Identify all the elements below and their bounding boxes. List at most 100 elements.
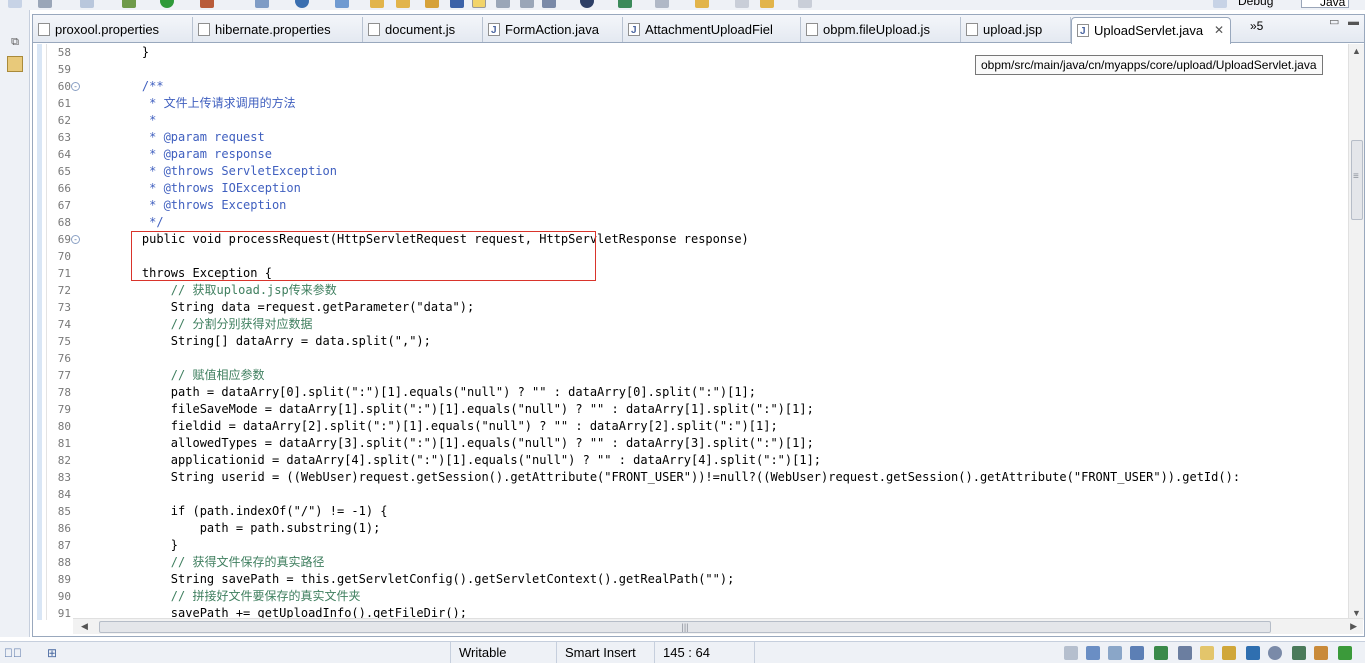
code-line: 72 // 获取upload.jsp传来参数 <box>33 282 1331 299</box>
console-icon[interactable] <box>1154 646 1168 660</box>
editor-pane: proxool.properties hibernate.properties … <box>32 14 1365 637</box>
search-view-icon[interactable] <box>1268 646 1282 660</box>
open-resource-icon[interactable] <box>396 0 410 8</box>
show-whitespace-icon[interactable] <box>520 0 534 8</box>
code-text: } <box>113 538 179 552</box>
code-line: 85 if (path.indexOf("/") != -1) { <box>33 503 1331 520</box>
pin-icon[interactable] <box>542 0 556 8</box>
line-number: 71 <box>57 267 71 280</box>
javadoc-icon[interactable] <box>1108 646 1122 660</box>
code-line: 64 * @param response <box>33 146 1331 163</box>
debug-perspective[interactable]: Debug <box>1238 0 1273 8</box>
new-package-icon[interactable] <box>295 0 309 8</box>
code-text: // 赋值相应参数 <box>113 368 265 382</box>
new-class-icon[interactable] <box>335 0 349 8</box>
scroll-up-icon[interactable]: ▲ <box>1352 46 1361 56</box>
line-number: 59 <box>57 63 71 76</box>
scroll-left-icon[interactable]: ◀ <box>81 621 88 632</box>
close-tab-icon[interactable]: ✕ <box>1214 18 1224 43</box>
external-tools-icon[interactable] <box>200 0 214 8</box>
open-type-icon[interactable] <box>370 0 384 8</box>
line-number: 64 <box>57 148 71 161</box>
save-icon[interactable] <box>38 0 52 8</box>
package-explorer-icon[interactable] <box>7 56 23 72</box>
toggle-block-icon[interactable] <box>496 0 510 8</box>
code-text: fileSaveMode = dataArry[1].split(":")[1]… <box>113 402 814 416</box>
code-text: /** <box>113 79 164 93</box>
code-line: 88 // 获得文件保存的真实路径 <box>33 554 1331 571</box>
code-text: */ <box>113 215 164 229</box>
problems-icon[interactable] <box>1086 646 1100 660</box>
code-text: // 拼接好文件要保存的真实文件夹 <box>113 589 361 603</box>
debug-run-icon[interactable] <box>122 0 136 8</box>
horizontal-scrollbar[interactable]: ◀ ||| ▶ <box>73 618 1363 634</box>
new-icon[interactable] <box>8 0 22 8</box>
vertical-scrollbar[interactable]: ▲ ▼ <box>1348 44 1364 620</box>
search-icon[interactable] <box>425 0 439 8</box>
fast-view-icon[interactable]: ⁝⃞ <box>4 645 22 661</box>
java-perspective[interactable]: Java <box>1301 0 1350 9</box>
code-line: 90 // 拼接好文件要保存的真实文件夹 <box>33 588 1331 605</box>
scroll-right-icon[interactable]: ▶ <box>1350 621 1357 632</box>
forward-icon[interactable] <box>798 0 812 8</box>
code-line: 71 throws Exception { <box>33 265 1331 282</box>
last-edit-icon[interactable] <box>618 0 632 8</box>
restore-view-icon[interactable] <box>1064 646 1078 660</box>
datasource-icon[interactable] <box>1246 646 1260 660</box>
open-perspective-icon[interactable] <box>1213 0 1227 8</box>
outline-icon[interactable]: ⊞ <box>44 645 60 661</box>
tab-obpm-fileupload-js[interactable]: obpm.fileUpload.js <box>801 17 961 42</box>
tab-proxool-properties[interactable]: proxool.properties <box>33 17 193 42</box>
history-icon[interactable] <box>1314 646 1328 660</box>
code-text: // 获得文件保存的真实路径 <box>113 555 325 569</box>
run-icon[interactable] <box>160 0 174 8</box>
junit-icon[interactable] <box>1338 646 1352 660</box>
servers-icon[interactable] <box>1200 646 1214 660</box>
code-line: 86 path = path.substring(1); <box>33 520 1331 537</box>
code-line: 79 fileSaveMode = dataArry[1].split(":")… <box>33 401 1331 418</box>
fold-toggle-icon[interactable]: - <box>71 82 80 91</box>
horizontal-scroll-thumb[interactable]: ||| <box>99 621 1271 633</box>
java-browse-icon[interactable] <box>580 0 594 8</box>
code-line: 70 <box>33 248 1331 265</box>
prev-annotation-icon[interactable] <box>695 0 709 8</box>
line-number: 60 <box>57 80 71 93</box>
declaration-icon[interactable] <box>1130 646 1144 660</box>
next-annotation-icon[interactable] <box>450 0 464 8</box>
tab-formaction-java[interactable]: FormAction.java <box>483 17 623 43</box>
tab-label: proxool.properties <box>55 22 160 37</box>
tab-document-js[interactable]: document.js <box>363 17 483 42</box>
maximize-icon[interactable]: ▬ <box>1348 17 1360 28</box>
print-icon[interactable] <box>80 0 94 8</box>
tasks-icon[interactable] <box>1292 646 1306 660</box>
file-icon <box>198 23 210 36</box>
restore-icon[interactable]: ⧉ <box>7 34 23 50</box>
tab-hibernate-properties[interactable]: hibernate.properties <box>193 17 363 42</box>
code-line: 73 String data =request.getParameter("da… <box>33 299 1331 316</box>
java-file-icon <box>628 18 640 43</box>
tab-label: UploadServlet.java <box>1094 23 1204 38</box>
tab-uploadservlet-java[interactable]: UploadServlet.java ✕ <box>1071 17 1231 44</box>
next-icon[interactable] <box>655 0 669 8</box>
back-dropdown-icon[interactable] <box>760 0 774 8</box>
tab-upload-jsp[interactable]: upload.jsp <box>961 17 1071 42</box>
mark-occurrences-icon[interactable] <box>472 0 486 8</box>
line-number: 87 <box>57 539 71 552</box>
new-java-project-icon[interactable] <box>255 0 269 8</box>
fold-toggle-icon[interactable]: - <box>71 235 80 244</box>
java-file-icon <box>1077 19 1089 44</box>
code-line: 60- /** <box>33 78 1331 95</box>
code-line: 61 * 文件上传请求调用的方法 <box>33 95 1331 112</box>
progress-icon[interactable] <box>1178 646 1192 660</box>
code-editor[interactable]: 58 } 59 60- /** 61 * 文件上传请求调用的方法 62 * 63 * @p… <box>33 44 1364 620</box>
back-icon[interactable] <box>735 0 749 8</box>
vertical-scroll-thumb[interactable] <box>1351 140 1363 220</box>
minimize-icon[interactable]: ▭ <box>1329 17 1341 28</box>
snippets-icon[interactable] <box>1222 646 1236 660</box>
tab-overflow-button[interactable]: »5 <box>1250 19 1263 33</box>
cursor-position-status: 145 : 64 <box>654 642 754 663</box>
tab-label: AttachmentUploadFiel <box>645 22 773 37</box>
scroll-down-icon[interactable]: ▼ <box>1352 608 1361 618</box>
code-line: 65 * @throws ServletException <box>33 163 1331 180</box>
tab-attachmentuploadfield[interactable]: AttachmentUploadFiel <box>623 17 801 43</box>
